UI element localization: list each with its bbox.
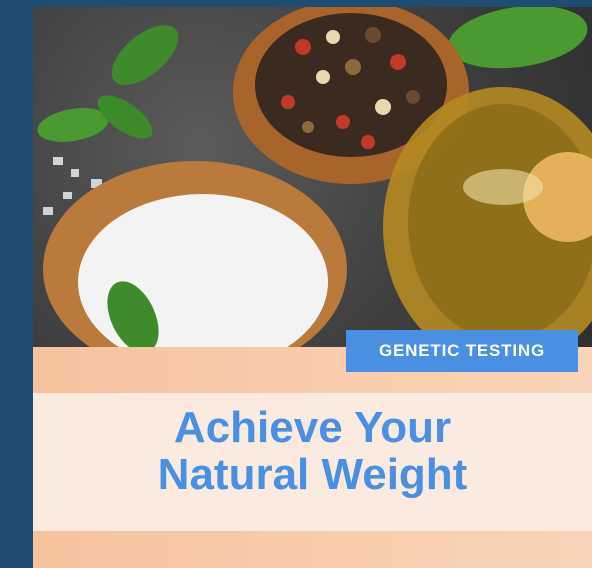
basil-leaf — [111, 25, 179, 85]
basil-leaf — [448, 7, 588, 69]
headline: Achieve Your Natural Weight — [33, 404, 592, 498]
spices-illustration — [37, 7, 592, 359]
tag-label: GENETIC TESTING — [379, 341, 545, 360]
peach-band-bottom — [33, 531, 592, 568]
spices-photo — [33, 7, 592, 359]
promo-card: GENETIC TESTING Achieve Your Natural Wei… — [33, 7, 592, 568]
headline-line2: Natural Weight — [157, 450, 468, 499]
genetic-testing-tag: GENETIC TESTING — [346, 330, 578, 372]
headline-line1: Achieve Your — [173, 403, 452, 452]
